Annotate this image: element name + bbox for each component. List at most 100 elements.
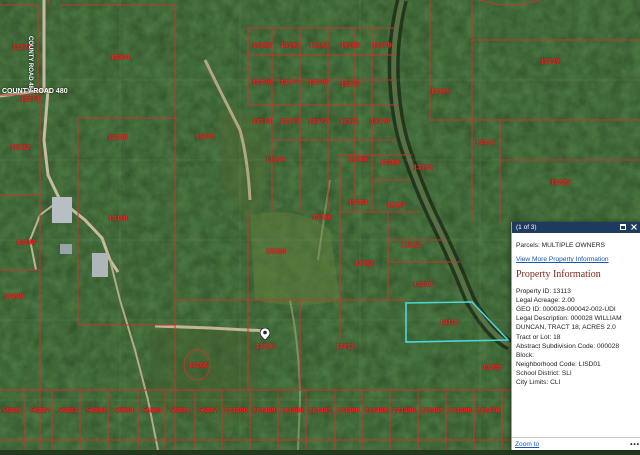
parcel-label: 13248 (16, 239, 36, 247)
parcel-label: 13178 (252, 79, 272, 87)
field-row: School District: SLI (516, 369, 637, 378)
parcel-label-bottom: 221489 (252, 407, 276, 415)
field-value: LISD01 (576, 360, 601, 368)
parcel-label: 13004 (110, 54, 130, 62)
field-row: Neighborhood Code: LISD01 (516, 360, 637, 369)
parcel-label: 13208 (188, 362, 208, 370)
parcel-label: 13183 (252, 42, 272, 50)
parcel-label-bottom: 221490 (392, 407, 416, 415)
field-value: SLI (559, 369, 572, 377)
building (60, 244, 72, 254)
parcel-label: 13173 (280, 118, 300, 126)
field-label: Block: (516, 351, 534, 359)
parcel-label-bottom: 221480 (280, 407, 304, 415)
building (92, 253, 108, 277)
property-popup[interactable]: (1 of 3) Parcels: MULTIPLE OWNERS View M… (511, 222, 640, 450)
field-row: Legal Description: 000028 WILLIAM DUNCAN… (516, 314, 637, 332)
parcel-label-bottom: 56881 (2, 407, 22, 415)
parcel-label: 13170 (370, 118, 390, 126)
parcel-label: 13166 (380, 159, 400, 167)
section-title: Property Information (516, 269, 601, 281)
parcel-label-bottom: 221400 (224, 407, 248, 415)
parcel-label: 13168 (348, 156, 368, 164)
parcel-label: 13231 (195, 133, 215, 141)
field-label: Tract or Lot: (516, 333, 552, 341)
parcel-label-bottom: 221400 (336, 407, 360, 415)
parcel-label: 13182 (309, 42, 329, 50)
field-value: 000028-000042-002-UDI (540, 306, 616, 314)
parcels-owner: Parcels: MULTIPLE OWNERS (516, 242, 605, 249)
parcel-label-bottom: 221478 (476, 407, 500, 415)
parcel-label: 13160 (255, 343, 275, 351)
zoom-to-link[interactable]: Zoom to (515, 441, 539, 448)
selected-parcel-label[interactable]: 13113 (439, 320, 458, 327)
building (52, 197, 72, 223)
map-pin-icon[interactable] (260, 328, 270, 340)
parcel-label: 13212 (335, 343, 355, 351)
parcel-label: 13165 (413, 164, 433, 172)
parcel-label: 13238 (413, 281, 433, 289)
parcel-label: 13249 (4, 293, 24, 301)
popup-header: (1 of 3) (512, 222, 640, 233)
parcel-label: 13174 (252, 118, 272, 126)
field-row: Legal Acreage: 2.00 (516, 296, 637, 305)
close-icon[interactable] (631, 223, 637, 232)
parcel-label: 13161 (430, 88, 450, 96)
parcel-label: 13177 (280, 79, 300, 87)
property-fields: Property ID: 13113 Legal Acreage: 2.00 GEO… (516, 287, 637, 387)
parcel-label: 13179 (372, 42, 392, 50)
parcel-label-bottom: 56887 (198, 407, 218, 415)
parcel-label: 13175 (340, 81, 360, 89)
parcel-label: 13171 (339, 118, 359, 126)
parcel-label: 13162 (354, 260, 374, 268)
parcel-label-bottom: 221400 (448, 407, 472, 415)
parcel-label: 13204 (266, 248, 286, 256)
field-label: Abstract Subdivision Code: (516, 342, 596, 350)
parcel-label-bottom: 56890 (86, 407, 106, 415)
parcel-label: 13181 (280, 42, 300, 50)
parcel-label: 13176 (308, 79, 328, 87)
parcel-label: 13172 (308, 118, 328, 126)
parcel-label-bottom: 221491 (420, 407, 444, 415)
popup-body: Parcels: MULTIPLE OWNERS View More Prope… (512, 233, 640, 387)
popup-counter: (1 of 3) (516, 224, 537, 231)
field-label: City Limits: (516, 379, 549, 387)
parcel-label: 13164 (348, 199, 368, 207)
maximize-icon[interactable] (620, 223, 626, 232)
field-row: Property ID: 13113 (516, 287, 637, 296)
parcel-label: 13167 (386, 202, 406, 210)
field-label: Legal Acreage: (516, 297, 560, 305)
field-value: 18 (551, 333, 561, 341)
field-label: Neighborhood Code: (516, 360, 577, 368)
field-label: Legal Description: (516, 315, 569, 323)
field-label: School District: (516, 369, 560, 377)
field-row: GEO ID: 000028-000042-002-UDI (516, 305, 637, 314)
parcel-label: 13236 (108, 134, 128, 142)
parcel-label-bottom: 56887 (30, 407, 50, 415)
popup-footer: Zoom to ••• (512, 437, 640, 450)
parcel-label-bottom: 221481 (308, 407, 332, 415)
view-more-link[interactable]: View More Property Information (516, 256, 637, 263)
parcel-label-bottom: 56884 (114, 407, 134, 415)
field-row: Block: (516, 351, 637, 360)
parcel-label: 13169 (265, 156, 285, 164)
field-value: 2.00 (560, 297, 575, 305)
field-row: City Limits: CLI (516, 378, 637, 387)
parcel-label: 13205 (482, 364, 502, 372)
parcel-label: 13274 (20, 96, 40, 104)
parcel-label: 13219 (540, 58, 560, 66)
parcel-label: 13313 (475, 139, 495, 147)
field-row: Tract or Lot: 18 (516, 333, 637, 342)
parcel-label: 13163 (401, 242, 421, 250)
more-options-button[interactable]: ••• (630, 441, 640, 448)
parcel-label: 13225 (550, 179, 570, 187)
field-value: 000028 (595, 342, 620, 350)
parcel-label: 13116 (108, 215, 128, 223)
field-value: 13113 (551, 288, 571, 296)
road-label: COUNTY ROAD 480 (2, 88, 68, 95)
parcel-label-bottom: 221489 (364, 407, 388, 415)
parcel-label: 13180 (340, 42, 360, 50)
field-label: GEO ID: (516, 306, 541, 314)
parcel-label: 13132 (10, 144, 30, 152)
parcel-label-bottom: 56889 (142, 407, 162, 415)
